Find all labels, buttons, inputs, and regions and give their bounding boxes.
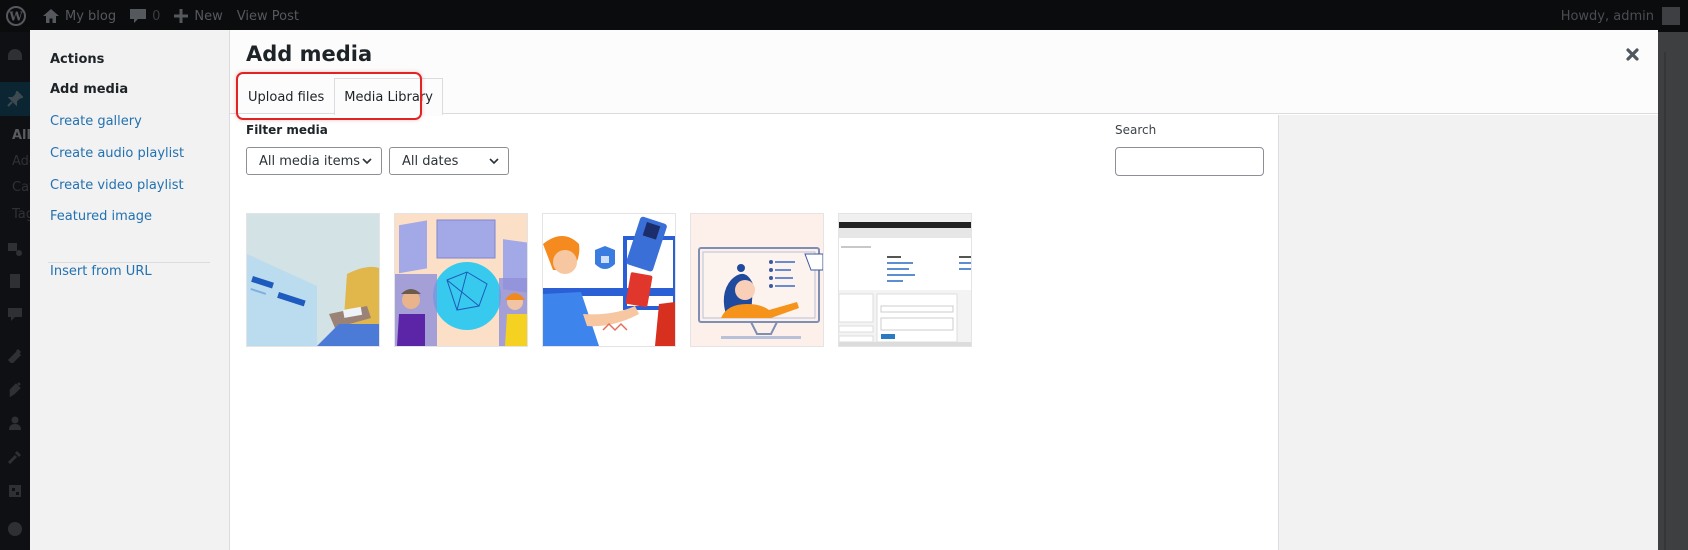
media-menu: Actions Add media Create gallery Create …: [30, 30, 230, 550]
modal-title: Add media: [246, 42, 373, 66]
attachment-thumbnail[interactable]: [394, 213, 528, 347]
menu-item-featured-image[interactable]: Featured image: [50, 209, 152, 224]
menu-item-add-media[interactable]: Add media: [50, 82, 128, 97]
chevron-down-icon: [489, 158, 499, 165]
plugins-icon[interactable]: [0, 372, 30, 406]
attachments-grid: [246, 213, 972, 347]
submenu-tags[interactable]: Tag: [12, 207, 30, 222]
filter-media-label: Filter media: [246, 123, 328, 137]
screenshot-dashboard-thumbnail: [839, 214, 971, 346]
menu-item-create-video-playlist[interactable]: Create video playlist: [50, 178, 184, 193]
menu-item-create-gallery[interactable]: Create gallery: [50, 114, 142, 129]
page-backdrop-right: [1658, 32, 1688, 550]
menu-separator: [48, 262, 210, 263]
submenu-categories[interactable]: Cat: [12, 180, 30, 195]
tools-icon[interactable]: [0, 440, 30, 474]
illustration-online-teacher-thumbnail: [691, 214, 823, 346]
avatar: [1662, 7, 1680, 25]
dashboard-icon[interactable]: [0, 38, 30, 72]
my-account[interactable]: Howdy, admin: [1561, 0, 1680, 32]
admin-menu: All Add Cat Tag: [0, 32, 30, 550]
svg-text:W: W: [8, 10, 23, 24]
attachment-thumbnail[interactable]: [838, 213, 972, 347]
menu-item-create-audio-playlist[interactable]: Create audio playlist: [50, 146, 184, 161]
search-input[interactable]: [1115, 147, 1264, 176]
comments-link[interactable]: 0: [123, 0, 167, 32]
pages-icon[interactable]: [0, 264, 30, 298]
media-date-value: All dates: [402, 153, 459, 169]
attachment-details-sidebar: [1278, 115, 1658, 550]
plus-icon: [174, 9, 189, 23]
frame-header: Add media Upload files Media Library: [230, 30, 1658, 120]
search-label: Search: [1115, 123, 1157, 137]
submenu-add[interactable]: Add: [12, 154, 30, 169]
menu-item-insert-from-url[interactable]: Insert from URL: [50, 264, 152, 279]
collapse-menu-icon[interactable]: [0, 512, 30, 546]
view-post-link[interactable]: View Post: [230, 0, 306, 32]
users-icon[interactable]: [0, 406, 30, 440]
illustration-globe-network-thumbnail: [395, 214, 527, 346]
greeting: Howdy, admin: [1560, 8, 1654, 24]
media-type-value: All media items: [259, 153, 361, 169]
close-icon: [1625, 47, 1639, 61]
router-tabs: Upload files Media Library: [238, 78, 443, 116]
attachment-thumbnail[interactable]: [246, 213, 380, 347]
settings-icon[interactable]: [0, 474, 30, 508]
new-content-link[interactable]: New: [167, 0, 229, 32]
media-type-select[interactable]: All media items: [246, 147, 382, 175]
home-icon: [43, 9, 59, 23]
media-toolbar: Filter media All media items All dates S…: [230, 115, 1278, 185]
chevron-down-icon: [362, 158, 372, 165]
admin-bar: W My blog 0 New View Post Howdy, admin: [0, 0, 1688, 32]
close-button[interactable]: [1620, 42, 1644, 66]
comments-menu-icon[interactable]: [0, 298, 30, 332]
comment-icon: [130, 8, 147, 23]
posts-pin-icon[interactable]: [0, 82, 30, 116]
media-frame: Add media Upload files Media Library Fil…: [230, 30, 1658, 550]
illustration-online-payment-thumbnail: [543, 214, 675, 346]
submenu-all[interactable]: All: [12, 128, 30, 143]
tab-upload-files[interactable]: Upload files: [238, 78, 334, 115]
menu-heading: Actions: [50, 52, 105, 67]
comments-count: 0: [152, 8, 161, 24]
attachment-thumbnail[interactable]: [690, 213, 824, 347]
site-name-link[interactable]: My blog: [36, 0, 123, 32]
view-post-label: View Post: [236, 8, 299, 24]
wordpress-logo-icon[interactable]: W: [0, 0, 36, 32]
attachment-thumbnail[interactable]: [542, 213, 676, 347]
tab-media-library[interactable]: Media Library: [334, 78, 443, 116]
site-name: My blog: [65, 8, 117, 24]
appearance-icon[interactable]: [0, 338, 30, 372]
illustration-person-at-desk-thumbnail: [247, 214, 379, 346]
media-date-select[interactable]: All dates: [389, 147, 509, 175]
new-label: New: [194, 8, 223, 24]
media-icon[interactable]: [0, 232, 30, 266]
media-modal: Actions Add media Create gallery Create …: [30, 30, 1658, 550]
